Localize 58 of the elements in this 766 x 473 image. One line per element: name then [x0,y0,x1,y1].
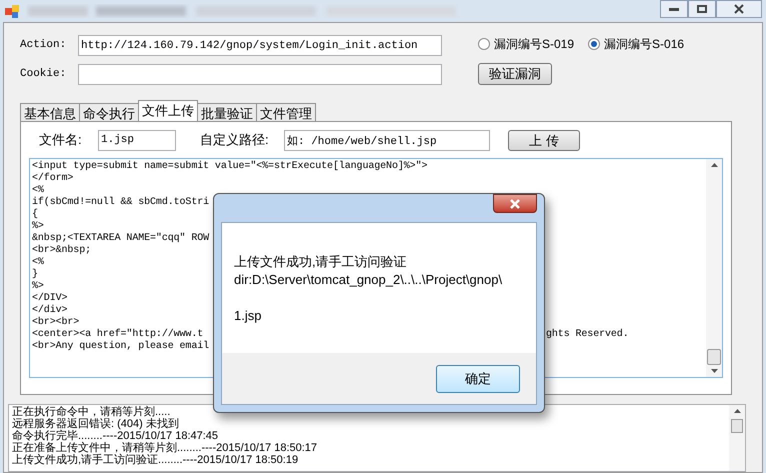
scrollbar[interactable] [729,405,745,471]
vulnerability-radio[interactable]: 漏洞编号S-016 [588,35,684,53]
code-line: <br>Any question, please email [32,341,210,353]
app-icon [4,3,20,19]
message-text: 1.jsp [234,307,262,325]
log-text-area[interactable]: 正在执行命令中，请稍等片刻..... 远程服务器返回错误: (404) 未找到 命令执行完毕........----2015/10/17 18:47:45 正在准备上传文件中，请稍等片刻........----2015/10/17 18:50:17 上传文件成功,请手工访问验证........----2015/10/17 18:50:19 [8,404,746,472]
code-line: { [32,209,38,221]
code-line: &nbsp;<TEXTAREA NAME="cqq" ROW [32,233,210,244]
path-input[interactable]: 如: /home/web/shell.jsp [284,130,490,150]
tab[interactable]: 批量验证 [197,103,257,121]
code-line: <input type=submit name=submit value="<%=strExecute[languageNo]%>"> [32,161,428,172]
upload-button[interactable]: 上 传 [508,130,580,150]
code-line: </div> [32,305,68,316]
cookie-label: Cookie: [20,67,68,82]
scroll-up-icon[interactable] [710,163,718,167]
close-button[interactable] [493,194,537,213]
code-line: if(sbCmd!=null && sbCmd.toStri [32,197,210,208]
tab[interactable]: 文件上传 [138,100,198,121]
log-line: 上传文件成功,请手工访问验证........----2015/10/17 18:50:19 [12,454,300,466]
code-line: </form> [32,173,74,185]
scroll-thumb[interactable] [731,419,743,433]
log-line: 正在准备上传文件中，请稍等片刻........----2015/10/17 18:50:17 [12,442,318,454]
close-icon [734,4,744,14]
action-input[interactable]: http://124.160.79.142/gnop/system/Login_init.action [78,35,442,56]
message-text: dir:D:\Server\tomcat_gnop_2\..\..\Project\gnop\ [234,271,504,289]
maximize-button[interactable] [688,0,716,18]
path-label: 自定义路径: [200,131,270,150]
close-icon [509,198,521,208]
filename-label: 文件名: [39,131,83,150]
code-line: <br>&nbsp; [32,245,92,257]
filename-input[interactable]: 1.jsp [98,130,176,150]
scrollbar[interactable] [706,159,722,377]
code-line: <br><br> [32,317,80,329]
code-line: %> [32,221,44,232]
log-line: 命令执行完毕........----2015/10/17 18:47:45 [12,430,220,442]
code-line: %> [32,281,44,292]
cookie-input[interactable] [78,64,442,85]
action-label: Action: [20,38,68,54]
code-line: ghts Reserved. [546,329,629,341]
scroll-thumb[interactable] [707,349,721,365]
close-button[interactable] [716,0,762,18]
tab[interactable]: 基本信息 [20,103,80,121]
code-line: <center><a href="http://www.t [32,329,204,340]
vulnerability-radio[interactable]: 漏洞编号S-019 [478,35,574,53]
ok-button[interactable]: 确定 [436,364,520,392]
tab[interactable]: 命令执行 [79,103,139,121]
scroll-up-icon[interactable] [734,409,740,413]
code-line: <% [32,257,44,268]
scroll-down-icon[interactable] [710,369,718,373]
verify-button[interactable]: 验证漏洞 [478,63,552,85]
message-text: 上传文件成功,请手工访问验证 [234,253,408,271]
minimize-button[interactable] [660,0,688,18]
log-line: 远程服务器返回错误: (404) 未找到 [12,418,180,430]
code-line: </DIV> [32,293,68,304]
log-line: 正在执行命令中，请稍等片刻..... [12,406,172,418]
code-line: } [32,269,38,281]
tab[interactable]: 文件管理 [256,103,316,121]
code-line: <% [32,185,44,196]
